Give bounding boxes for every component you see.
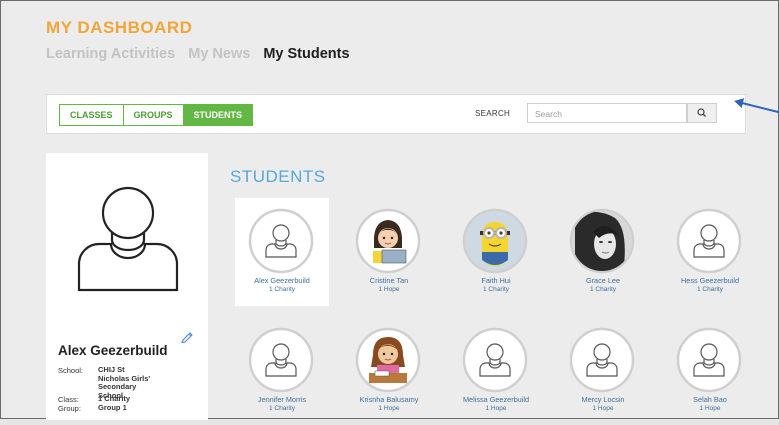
student-group: 1 Hope bbox=[485, 404, 507, 412]
student-group: 1 Hope bbox=[592, 404, 614, 412]
student-group: 1 Charity bbox=[482, 285, 509, 293]
student-card[interactable]: Alex Geezerbuild 1 Charity bbox=[235, 198, 329, 306]
tab-my-students[interactable]: My Students bbox=[263, 46, 349, 62]
minion-avatar-icon bbox=[462, 208, 528, 274]
student-group: 1 Charity bbox=[268, 404, 295, 412]
student-group: 1 Hope bbox=[699, 404, 721, 412]
person-placeholder-icon bbox=[462, 327, 528, 393]
page-title: MY DASHBOARD bbox=[46, 18, 193, 37]
magnifier-icon bbox=[697, 108, 706, 117]
person-placeholder-icon bbox=[248, 208, 314, 274]
segment-students[interactable]: STUDENTS bbox=[183, 105, 253, 125]
student-card[interactable]: Hess Geezerbuild 1 Charity bbox=[663, 198, 757, 306]
students-heading: STUDENTS bbox=[230, 167, 326, 186]
pencil-icon[interactable] bbox=[180, 329, 194, 343]
view-segmented-control: CLASSES GROUPS STUDENTS bbox=[59, 104, 254, 126]
tab-my-news[interactable]: My News bbox=[188, 46, 250, 62]
person-placeholder-icon bbox=[569, 327, 635, 393]
filter-bar: CLASSES GROUPS STUDENTS SEARCH Search bbox=[46, 94, 746, 134]
student-name: Mercy Locsin bbox=[581, 395, 625, 404]
student-name: Jennifer Morris bbox=[257, 395, 307, 404]
student-name: Melissa Geezerbuild bbox=[462, 395, 530, 404]
dashboard-frame: MY DASHBOARD Learning Activities My News… bbox=[0, 0, 779, 420]
student-group: 1 Charity bbox=[589, 285, 616, 293]
student-card[interactable]: Faith Hui 1 Charity bbox=[449, 198, 543, 306]
student-card[interactable]: Selah Bao 1 Hope bbox=[663, 317, 757, 425]
student-name: Faith Hui bbox=[481, 276, 511, 285]
student-name: Hess Geezerbuild bbox=[681, 276, 739, 285]
top-tabs: Learning Activities My News My Students bbox=[46, 46, 359, 62]
student-card[interactable]: Melissa Geezerbuild 1 Hope bbox=[449, 317, 543, 425]
student-card[interactable]: Krisnha Balusamy 1 Hope bbox=[342, 317, 436, 425]
search-label: SEARCH bbox=[475, 109, 511, 118]
student-card[interactable]: Grace Lee 1 Charity bbox=[556, 198, 650, 306]
profile-card: Alex Geezerbuild School: CHIJ St Nicholas… bbox=[46, 153, 208, 420]
student-name: Alex Geezerbuild bbox=[254, 276, 310, 285]
search-button[interactable] bbox=[687, 103, 717, 123]
tab-learning-activities[interactable]: Learning Activities bbox=[46, 46, 175, 62]
student-group: 1 Charity bbox=[696, 285, 723, 293]
woman-photo-avatar-icon bbox=[569, 208, 635, 274]
student-name: Selah Bao bbox=[693, 395, 727, 404]
person-placeholder-icon bbox=[77, 186, 179, 292]
student-group: 1 Hope bbox=[378, 285, 400, 293]
segment-groups[interactable]: GROUPS bbox=[124, 105, 184, 125]
person-placeholder-icon bbox=[248, 327, 314, 393]
person-placeholder-icon bbox=[676, 208, 742, 274]
student-group: 1 Charity bbox=[268, 285, 295, 293]
student-card[interactable]: Jennifer Morris 1 Charity bbox=[235, 317, 329, 425]
segment-classes[interactable]: CLASSES bbox=[60, 105, 124, 125]
cartoon-girl-laptop-avatar-icon bbox=[355, 208, 421, 274]
student-card[interactable]: Cristine Tan 1 Hope bbox=[342, 198, 436, 306]
cartoon-girl-desk-avatar-icon bbox=[355, 327, 421, 393]
student-name: Cristine Tan bbox=[369, 276, 409, 285]
student-name: Krisnha Balusamy bbox=[359, 395, 419, 404]
person-placeholder-icon bbox=[676, 327, 742, 393]
student-card[interactable]: Mercy Locsin 1 Hope bbox=[556, 317, 650, 425]
student-group: 1 Hope bbox=[378, 404, 400, 412]
profile-group-row: Group: Group 1 bbox=[58, 403, 127, 413]
profile-name: Alex Geezerbuild bbox=[58, 343, 168, 358]
student-name: Grace Lee bbox=[585, 276, 621, 285]
search-input[interactable]: Search bbox=[527, 103, 687, 123]
